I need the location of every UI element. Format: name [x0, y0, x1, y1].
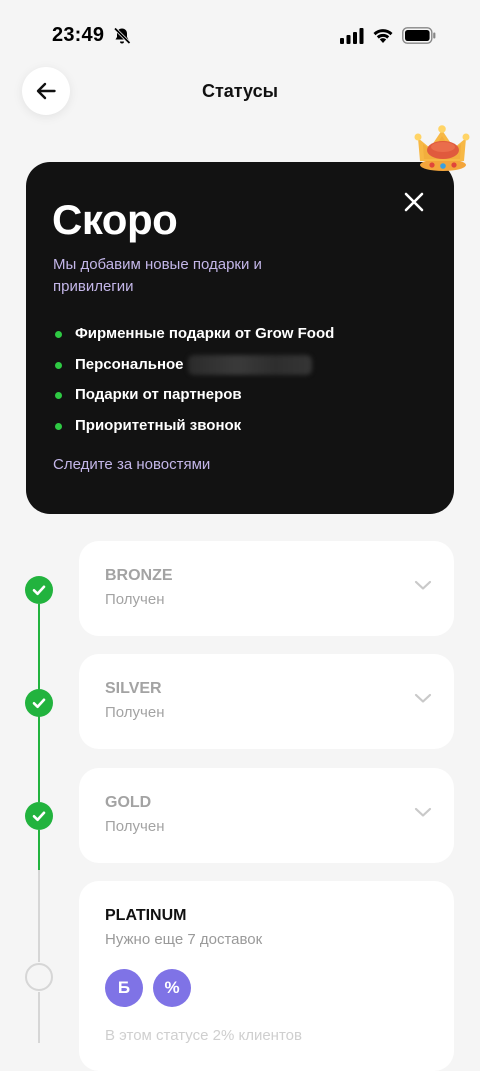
chevron-down-icon	[414, 807, 432, 817]
promo-subtitle: Мы добавим новые подарки и привилегии	[53, 256, 262, 295]
feature-label: Фирменные подарки от Grow Food	[75, 325, 335, 342]
blurred-text	[187, 354, 312, 375]
status-card-bronze[interactable]: BRONZE Получен	[79, 541, 454, 636]
bullet-dot	[55, 422, 62, 430]
feature-label: Подарки от партнеров	[75, 386, 242, 403]
feature-item: Подарки от партнеров	[53, 385, 334, 416]
status-state: Получен	[105, 704, 165, 721]
bell-muted-icon	[113, 27, 131, 45]
chevron-down-icon	[414, 580, 432, 590]
status-name: PLATINUM	[105, 907, 187, 924]
status-state: Получен	[105, 591, 165, 608]
timeline-segment	[38, 992, 40, 1043]
timeline-segment	[38, 830, 40, 870]
status-name: GOLD	[105, 794, 152, 811]
promo-title: Скоро	[52, 196, 178, 243]
status-name: BRONZE	[105, 567, 173, 584]
close-icon[interactable]	[400, 188, 428, 216]
discount-badge[interactable]: %	[153, 969, 191, 1007]
bullet-dot	[55, 331, 62, 338]
status-pending-icon	[25, 963, 53, 991]
status-state: Получен	[105, 818, 165, 835]
feature-item: Приоритетный звонок	[53, 416, 334, 447]
clock: 23:49	[52, 24, 105, 46]
page-title: Статусы	[201, 81, 279, 101]
coming-soon-card: Скоро Мы добавим новые подарки и привиле…	[26, 162, 454, 514]
bonus-badge[interactable]: Б	[105, 969, 143, 1007]
promo-footer: Следите за новостями	[53, 456, 211, 473]
status-check-icon	[25, 576, 53, 604]
status-name: SILVER	[105, 680, 162, 697]
feature-label: Приоритетный звонок	[75, 416, 242, 434]
status-bar: 23:49	[0, 0, 480, 70]
bullet-dot	[55, 392, 62, 399]
crown-icon	[414, 125, 470, 171]
battery-icon	[402, 27, 436, 44]
bullet-dot	[55, 361, 62, 369]
status-card-silver[interactable]: SILVER Получен	[79, 654, 454, 749]
status-check-icon	[25, 689, 53, 717]
header: Статусы	[0, 66, 480, 118]
chevron-down-icon	[414, 693, 432, 703]
status-check-icon	[25, 802, 53, 830]
feature-label: Персональное	[75, 355, 184, 373]
wifi-icon	[373, 29, 393, 43]
cellular-signal-icon	[340, 28, 364, 44]
status-card-gold[interactable]: GOLD Получен	[79, 768, 454, 863]
timeline-segment	[38, 604, 40, 690]
timeline-segment	[38, 870, 40, 962]
status-note: В этом статусе 2% клиентов	[105, 1027, 302, 1044]
feature-list: Фирменные подарки от Grow Food Персональ…	[53, 324, 334, 446]
feature-item: Фирменные подарки от Grow Food	[53, 324, 334, 355]
feature-item: Персональное	[53, 354, 334, 386]
timeline-segment	[38, 716, 40, 802]
status-progress: Нужно еще 7 доставок	[105, 931, 263, 948]
